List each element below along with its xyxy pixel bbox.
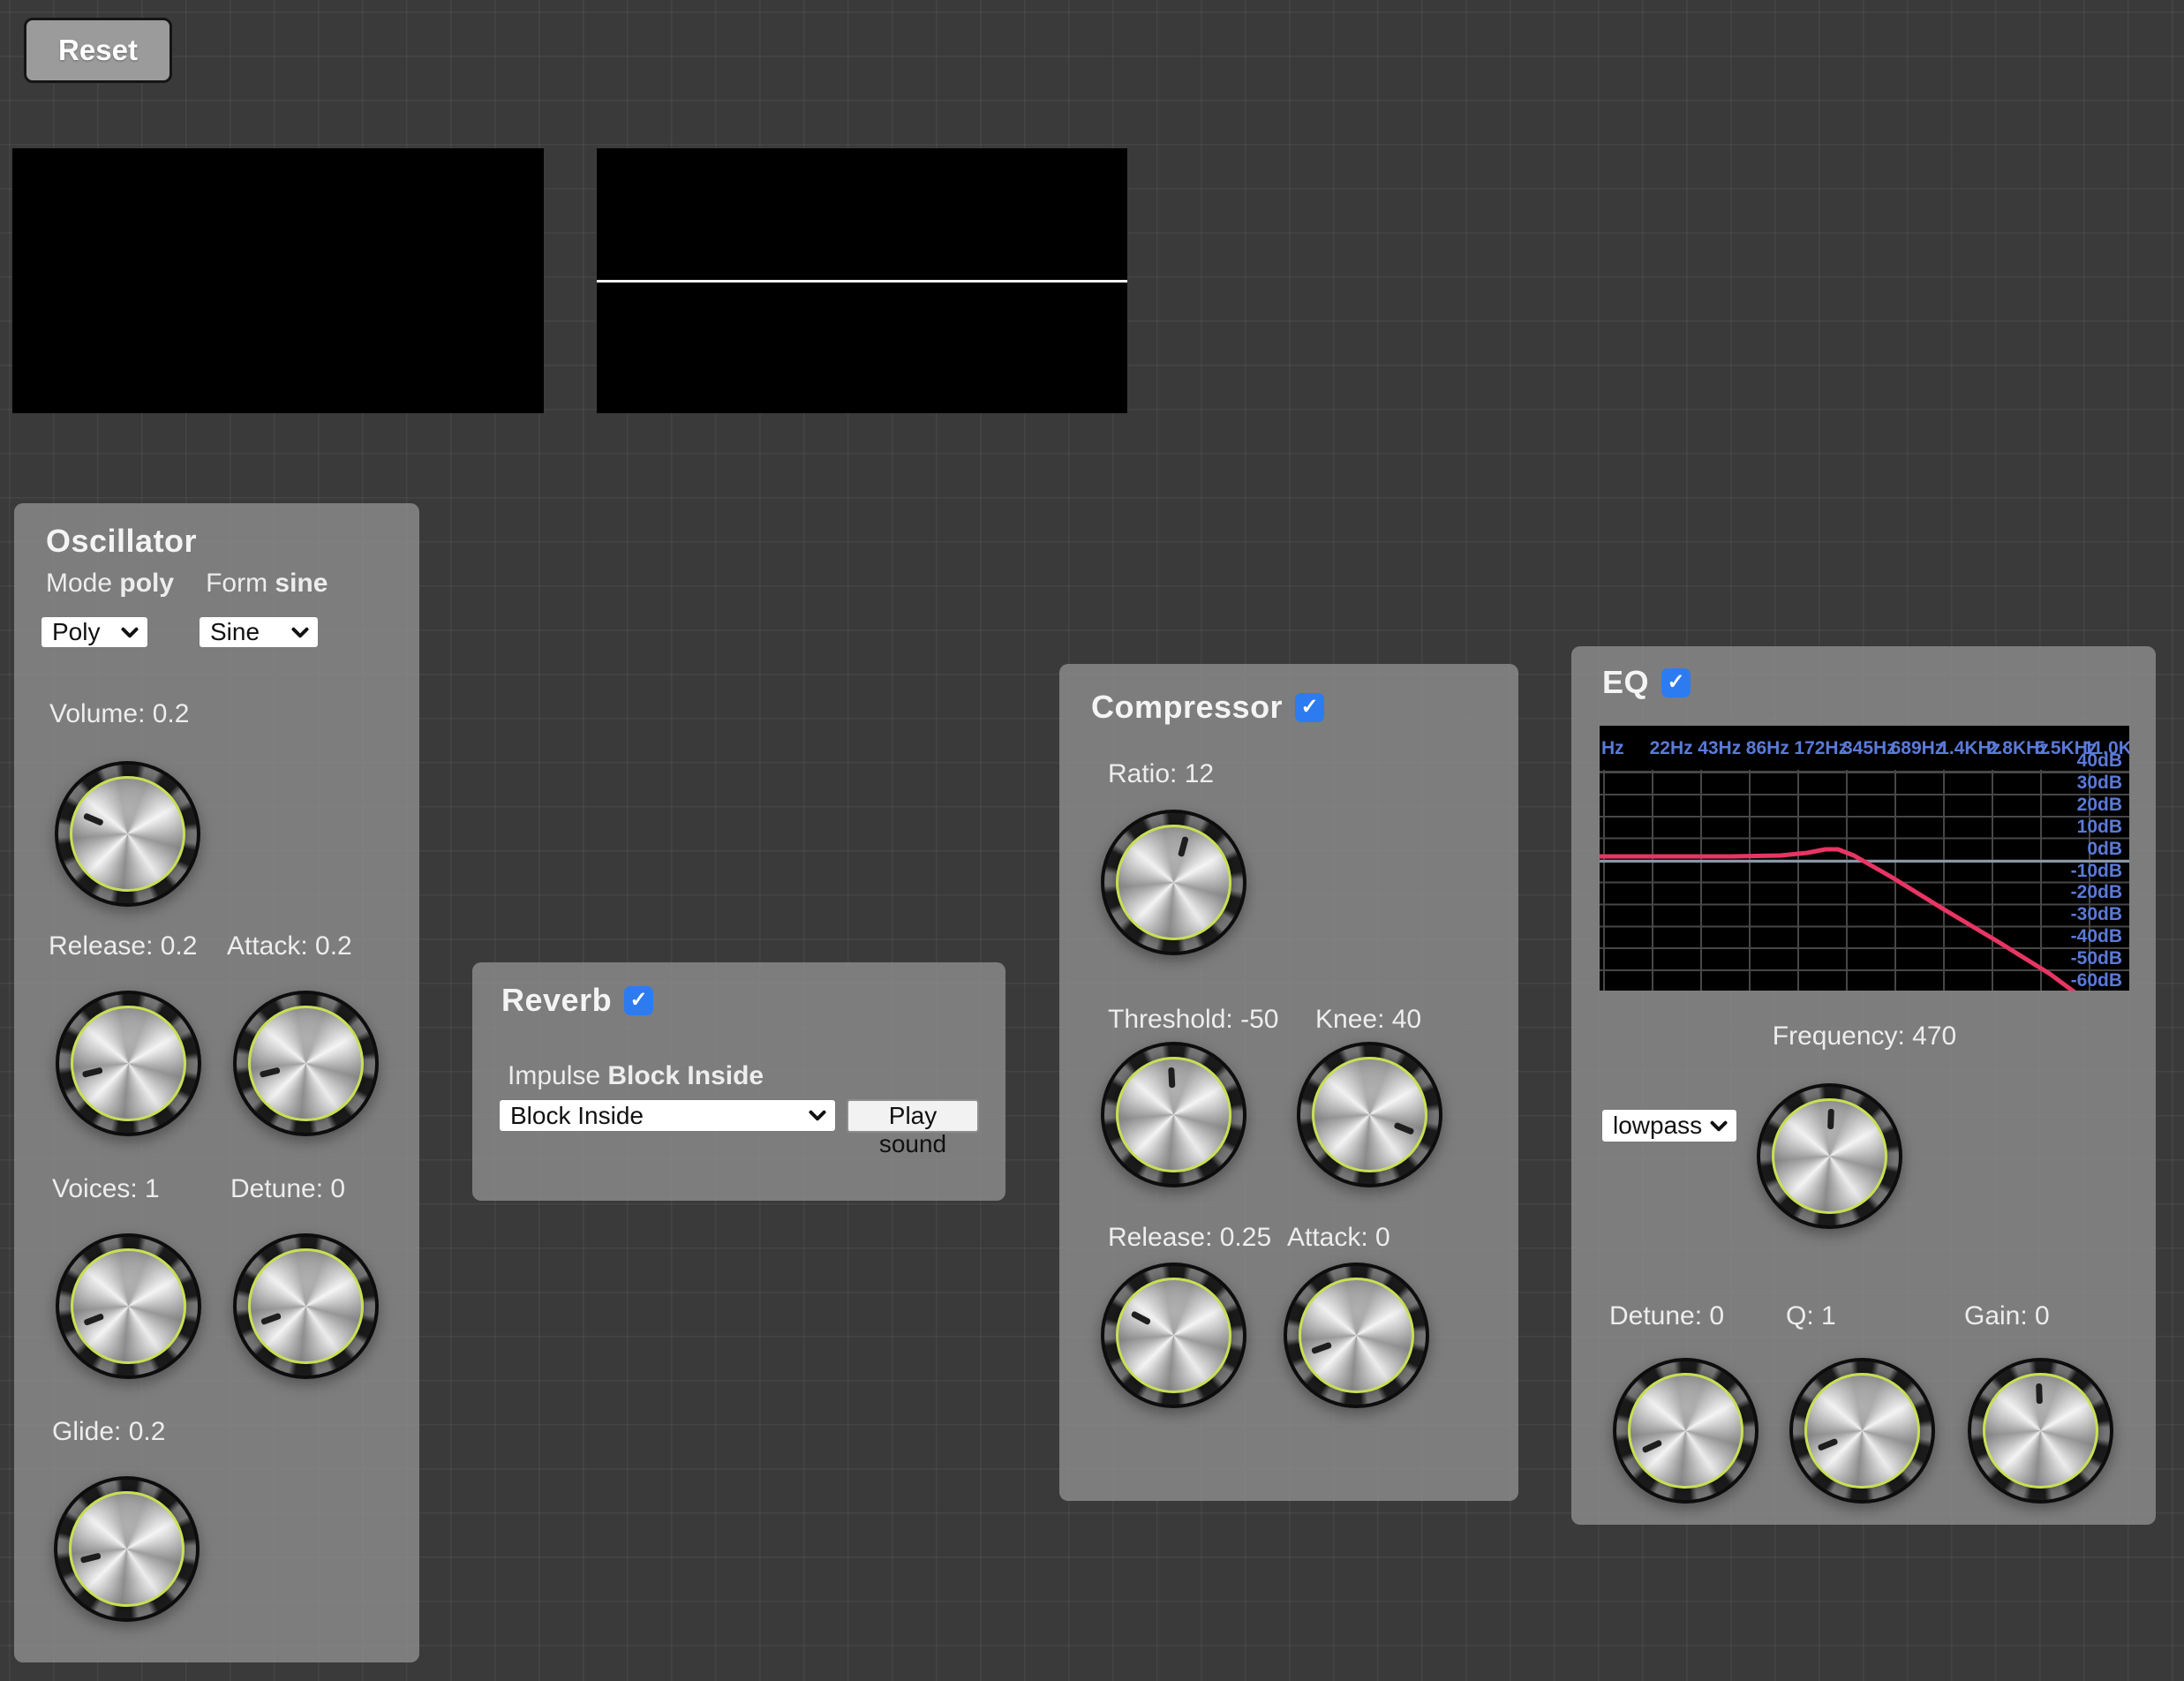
- detune-knob[interactable]: [233, 1233, 379, 1379]
- comp-release-label: Release: 0.25: [1108, 1223, 1271, 1253]
- comp-attack-label: Attack: 0: [1287, 1223, 1390, 1253]
- knob-pointer-icon: [217, 975, 394, 1151]
- eq-gain-label: Gain: 0: [1964, 1301, 2050, 1331]
- oscilloscope-trace: [597, 280, 1127, 283]
- eq-db-tick-label: -30dB: [2071, 904, 2122, 925]
- compressor-enabled-checkbox[interactable]: ✓: [1295, 693, 1324, 722]
- knob-pointer-icon: [1275, 1020, 1465, 1210]
- filter-type-select-value: lowpass: [1613, 1112, 1702, 1140]
- eq-db-tick-label: -60dB: [2071, 970, 2122, 991]
- chevron-down-icon: [1710, 1120, 1728, 1132]
- knob-pointer-icon: [1263, 1242, 1450, 1428]
- check-icon: ✓: [1667, 672, 1684, 693]
- reverb-enabled-checkbox[interactable]: ✓: [624, 986, 653, 1015]
- eq-gain-knob[interactable]: [1968, 1358, 2113, 1504]
- threshold-label: Threshold: -50: [1108, 1005, 1278, 1035]
- release-knob[interactable]: [56, 991, 201, 1136]
- ratio-label: Ratio: 12: [1108, 759, 1214, 789]
- volume-label: Volume: 0.2: [49, 699, 189, 729]
- eq-response-graph: Hz22Hz43Hz86Hz172Hz345Hz689Hz1.4KHz2.8KH…: [1600, 726, 2129, 991]
- knob-pointer-icon: [1965, 1355, 2116, 1506]
- chevron-down-icon: [809, 1110, 826, 1121]
- knob-pointer-icon: [1075, 1237, 1272, 1434]
- eq-detune-knob[interactable]: [1613, 1358, 1758, 1504]
- reset-button[interactable]: Reset: [24, 18, 172, 83]
- glide-knob[interactable]: [54, 1476, 200, 1622]
- eq-db-tick-label: -10dB: [2071, 861, 2122, 882]
- form-select[interactable]: Sine: [199, 616, 319, 648]
- knob-pointer-icon: [1097, 1038, 1250, 1191]
- volume-knob[interactable]: [55, 761, 200, 907]
- eq-db-tick-label: 40dB: [2077, 750, 2122, 772]
- form-select-value: Sine: [210, 618, 260, 646]
- synth-app: Reset Oscillator Mode polyForm sine Poly…: [0, 0, 2184, 1681]
- voices-label: Voices: 1: [52, 1174, 160, 1204]
- eq-panel: EQ ✓ Hz22Hz43Hz86Hz172Hz345Hz689Hz1.4KHz…: [1571, 646, 2156, 1525]
- knob-pointer-icon: [32, 738, 222, 929]
- release-label: Release: 0.2: [49, 931, 197, 961]
- check-icon: ✓: [1301, 697, 1319, 718]
- detune-label: Detune: 0: [230, 1174, 345, 1204]
- comp-release-knob[interactable]: [1101, 1263, 1246, 1408]
- eq-db-tick-label: 10dB: [2077, 817, 2122, 838]
- knob-pointer-icon: [1767, 1336, 1957, 1526]
- knob-pointer-icon: [38, 1460, 215, 1637]
- eq-db-tick-label: 30dB: [2077, 773, 2122, 794]
- oscillator-title: Oscillator: [46, 523, 197, 560]
- compressor-title: Compressor: [1091, 689, 1283, 726]
- play-sound-button[interactable]: Play sound: [847, 1099, 979, 1133]
- frequency-label: Frequency: 470: [1600, 1021, 2129, 1052]
- eq-frequency-knob[interactable]: [1757, 1083, 1902, 1229]
- eq-db-axis: 40dB30dB20dB10dB0dB-10dB-20dB-30dB-40dB-…: [1600, 726, 2129, 991]
- spectrum-analyser-canvas: [12, 148, 544, 413]
- eq-q-label: Q: 1: [1786, 1301, 1836, 1331]
- eq-db-tick-label: -40dB: [2071, 926, 2122, 947]
- voices-knob[interactable]: [56, 1233, 201, 1379]
- filter-type-select[interactable]: lowpass: [1601, 1109, 1737, 1142]
- eq-db-tick-label: 0dB: [2087, 839, 2122, 860]
- eq-title: EQ: [1602, 664, 1649, 701]
- chevron-down-icon: [291, 627, 309, 638]
- impulse-select[interactable]: Block Inside: [499, 1099, 836, 1132]
- ratio-knob[interactable]: [1101, 810, 1246, 955]
- mode-select[interactable]: Poly: [41, 616, 148, 648]
- attack-label: Attack: 0.2: [227, 931, 352, 961]
- eq-db-tick-label: -20dB: [2071, 882, 2122, 903]
- eq-db-tick-label: 20dB: [2077, 795, 2122, 816]
- oscillator-mode-form-readout: Mode polyForm sine: [46, 569, 328, 599]
- check-icon: ✓: [630, 990, 648, 1011]
- knob-pointer-icon: [1084, 793, 1262, 971]
- glide-label: Glide: 0.2: [52, 1417, 165, 1447]
- oscilloscope-canvas: [597, 148, 1127, 413]
- compressor-panel: Compressor ✓ Ratio: 12 Threshold: -50 Kn…: [1059, 664, 1518, 1501]
- eq-db-tick-label: -50dB: [2071, 948, 2122, 969]
- knob-pointer-icon: [40, 975, 216, 1151]
- reverb-panel: Reverb ✓ Impulse Block Inside Block Insi…: [472, 962, 1005, 1201]
- knob-pointer-icon: [1754, 1081, 1905, 1232]
- eq-q-knob[interactable]: [1789, 1358, 1935, 1504]
- knob-pointer-icon: [213, 1213, 399, 1399]
- knob-pointer-icon: [1589, 1334, 1782, 1527]
- chevron-down-icon: [121, 627, 139, 638]
- reverb-title: Reverb: [501, 982, 612, 1019]
- knob-pointer-icon: [34, 1212, 222, 1400]
- comp-attack-knob[interactable]: [1284, 1263, 1429, 1408]
- threshold-knob[interactable]: [1101, 1042, 1246, 1187]
- impulse-readout: Impulse Block Inside: [508, 1061, 764, 1091]
- eq-enabled-checkbox[interactable]: ✓: [1661, 668, 1691, 697]
- eq-detune-label: Detune: 0: [1609, 1301, 1724, 1331]
- mode-select-value: Poly: [52, 618, 100, 646]
- attack-knob[interactable]: [233, 991, 379, 1136]
- impulse-select-value: Block Inside: [510, 1102, 644, 1130]
- oscillator-panel: Oscillator Mode polyForm sine Poly Sine …: [14, 503, 419, 1662]
- knee-knob[interactable]: [1297, 1042, 1442, 1187]
